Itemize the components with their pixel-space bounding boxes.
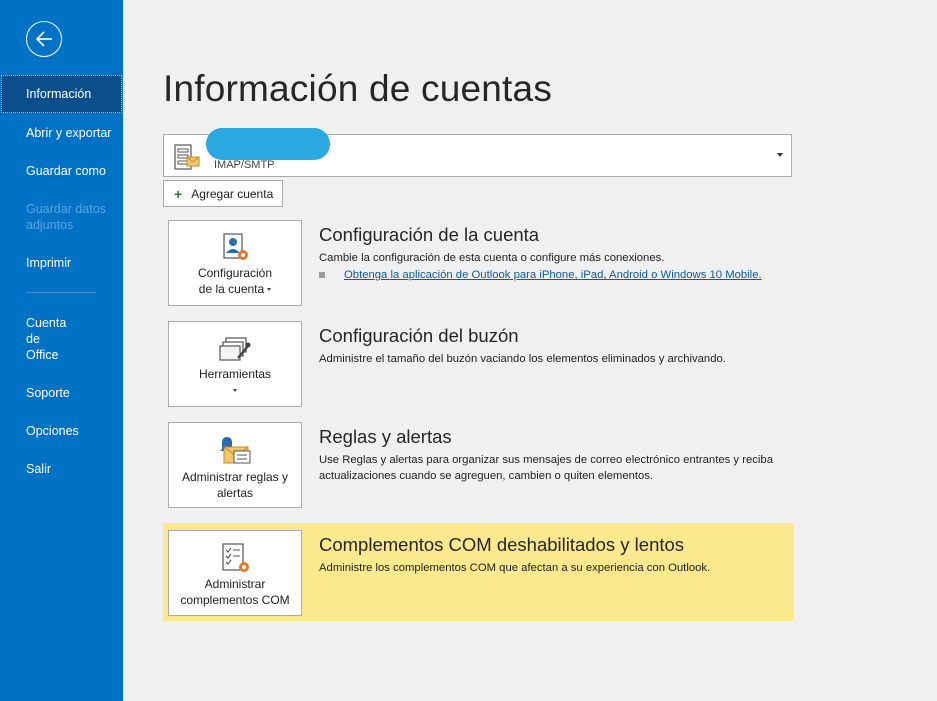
nav-item-guardar-adjuntos: Guardar datos adjuntos [26,202,106,232]
account-mailbox-icon [174,144,200,170]
section-description: Administre el tamaño del buzón vaciando … [319,353,726,365]
outlook-mobile-link[interactable]: Obtenga la aplicación de Outlook para iP… [319,269,762,281]
page-title: Información de cuentas [163,68,553,109]
section-account-settings: Configuración de la cuenta Configuración… [163,215,794,311]
add-account-button[interactable]: + Agregar cuenta [163,180,283,207]
manage-rules-label: Administrar reglas y alertas [181,470,289,500]
section-title: Complementos COM deshabilitados y lentos [319,534,685,555]
nav-item-cuenta-office[interactable]: Cuenta de Office [0,315,75,363]
section-description: Cambie la configuración de esta cuenta o… [319,252,665,264]
nav-divider [26,292,96,293]
account-settings-label: Configuración de la cuenta [197,266,273,296]
tools-icon [219,337,251,361]
caret-down-icon [267,288,272,292]
section-title: Reglas y alertas [319,426,452,447]
section-title: Configuración del buzón [319,325,519,346]
manage-com-addins-label: Administrar complementos COM [180,577,290,607]
section-description: Administre los complementos COM que afec… [319,562,711,574]
section-rules-alerts: Administrar reglas y alertas Reglas y al… [163,417,794,513]
manage-com-addins-button[interactable]: Administrar complementos COM [168,530,302,616]
account-settings-button[interactable]: Configuración de la cuenta [168,220,302,306]
chevron-down-icon [777,153,783,157]
add-account-label: Agregar cuenta [191,186,274,201]
manage-rules-button[interactable]: Administrar reglas y alertas [168,422,302,508]
back-button[interactable] [26,21,62,57]
section-title: Configuración de la cuenta [319,224,540,245]
nav-item-guardar-como[interactable]: Guardar como [0,163,123,179]
caret-down-icon [233,389,237,393]
tools-button[interactable]: Herramientas [168,321,302,407]
back-arrow-icon [35,31,52,47]
nav-item-informacion[interactable]: Información [1,75,122,113]
com-addins-icon [222,543,249,572]
nav-item-opciones[interactable]: Opciones [0,423,123,439]
nav-item-soporte[interactable]: Soporte [0,385,123,401]
account-name-redacted [206,128,330,160]
section-description: Use Reglas y alertas para organizar sus … [319,454,773,482]
rules-alerts-icon [220,437,251,464]
tools-label: Herramientas [169,366,301,398]
nav-item-salir[interactable]: Salir [0,461,123,477]
account-type-label: IMAP/SMTP [214,159,275,171]
outlook-mobile-link-text[interactable]: Obtenga la aplicación de Outlook para iP… [344,269,762,281]
nav-item-abrir-exportar[interactable]: Abrir y exportar [0,125,123,141]
account-settings-icon [223,233,248,260]
section-mailbox-settings: Herramientas Configuración del buzón Adm… [163,316,794,412]
section-com-addins: Administrar complementos COM Complemento… [163,523,794,621]
plus-icon: + [174,185,183,202]
backstage-sidebar: Información Abrir y exportar Guardar com… [0,0,123,701]
bullet-icon [319,272,325,278]
account-selector[interactable]: IMAP/SMTP [163,128,792,177]
nav-item-imprimir[interactable]: Imprimir [0,255,123,271]
